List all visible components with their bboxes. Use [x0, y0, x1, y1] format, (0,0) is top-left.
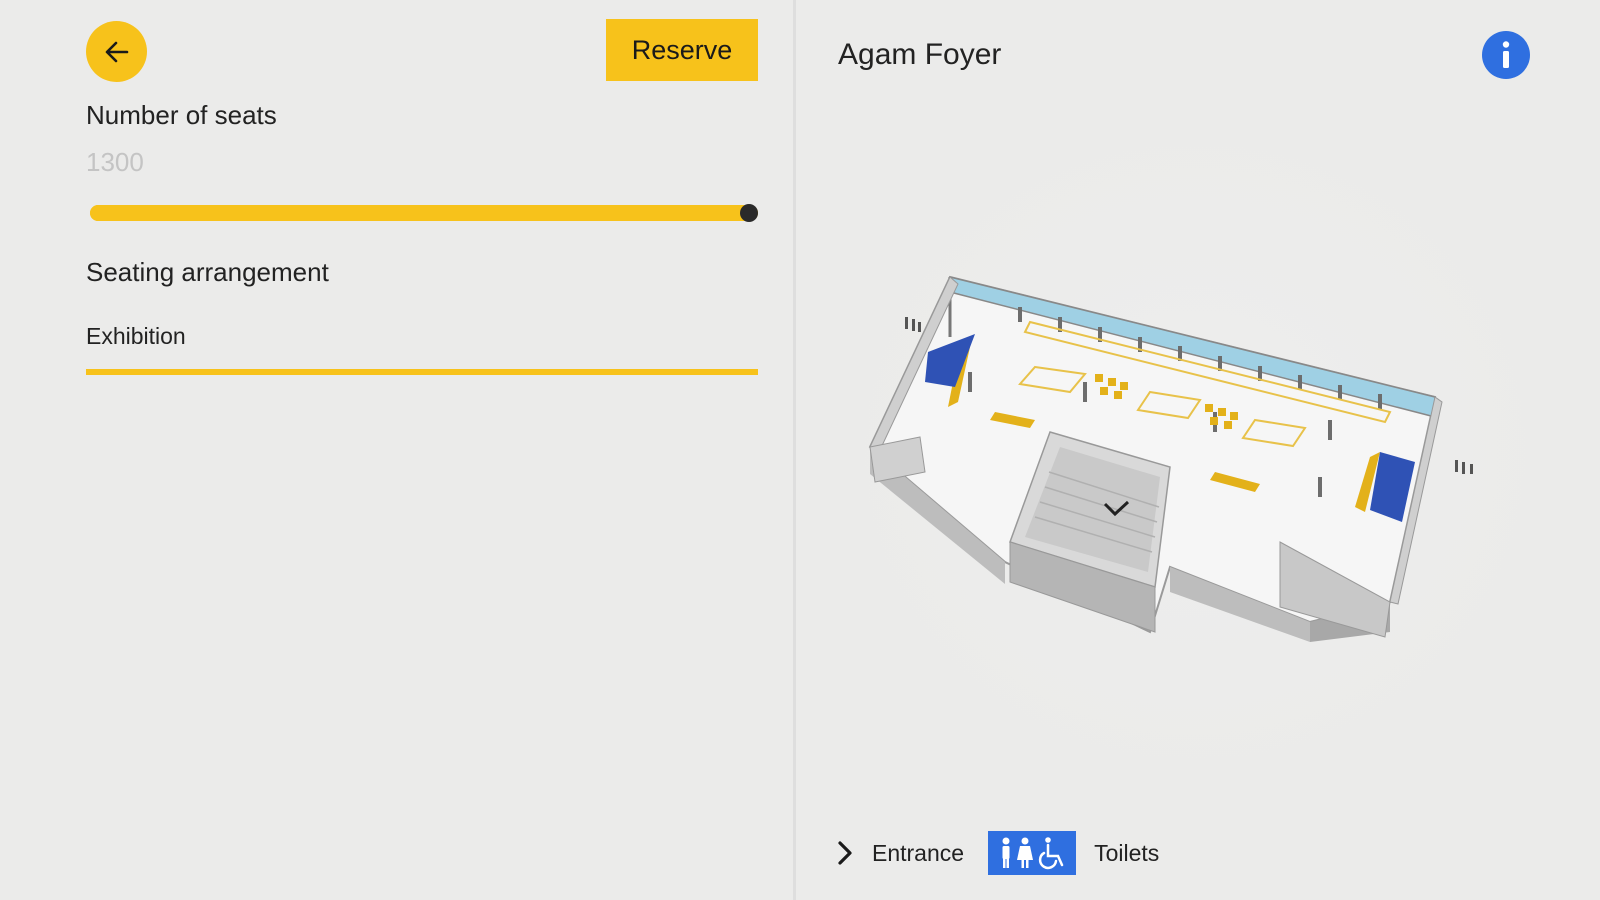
back-button[interactable] — [86, 21, 147, 82]
floor-plan-map[interactable] — [830, 112, 1560, 792]
legend-entrance-label: Entrance — [872, 839, 965, 866]
left-panel: Reserve Number of seats 1300 Seating arr… — [0, 0, 795, 900]
arrangement-select[interactable]: Exhibition — [86, 318, 758, 376]
toilets-icon — [988, 831, 1077, 875]
seats-slider[interactable] — [90, 204, 758, 222]
chevron-right-icon — [834, 838, 856, 868]
map-legend: Entrance Toilets — [834, 830, 1159, 876]
arrangement-value: Exhibition — [86, 323, 186, 349]
arrow-left-icon — [105, 41, 128, 62]
info-button[interactable] — [1482, 31, 1530, 79]
venue-title: Agam Foyer — [838, 38, 1002, 71]
arrangement-underline — [86, 369, 758, 375]
arrangement-label: Seating arrangement — [86, 257, 329, 287]
floor-plan-3d-image — [868, 275, 1473, 642]
legend-toilets-label: Toilets — [1094, 839, 1160, 866]
slider-thumb[interactable] — [740, 204, 758, 222]
reserve-button[interactable]: Reserve — [606, 19, 758, 81]
seats-label: Number of seats — [86, 100, 277, 130]
seats-value: 1300 — [86, 147, 144, 177]
right-panel: Agam Foyer Entrance Toilets — [796, 0, 1600, 900]
app-root: Reserve Number of seats 1300 Seating arr… — [0, 0, 1600, 900]
info-icon — [1502, 41, 1510, 68]
slider-fill — [90, 205, 758, 221]
